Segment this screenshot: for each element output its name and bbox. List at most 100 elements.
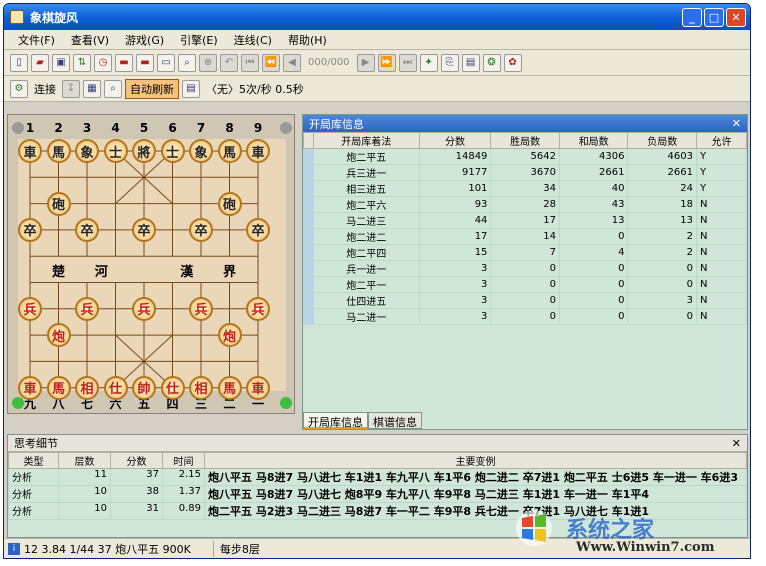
chess-piece[interactable]: 仕 xyxy=(160,375,185,400)
flip-board-icon[interactable]: ⇅ xyxy=(73,53,91,72)
clock-icon[interactable]: ◷ xyxy=(94,53,112,72)
column-header[interactable]: 类型 xyxy=(8,452,59,469)
save-icon[interactable]: ▣ xyxy=(52,53,70,72)
forward-icon[interactable]: ▶ xyxy=(356,53,375,72)
chess-piece[interactable]: 砲 xyxy=(46,191,71,216)
undo-icon[interactable]: ↶ xyxy=(220,53,238,72)
stop-icon[interactable]: ⊗ xyxy=(199,53,217,72)
column-header[interactable]: 负局数 xyxy=(627,132,697,149)
chess-piece[interactable]: 車 xyxy=(18,375,42,400)
chess-piece[interactable]: 馬 xyxy=(217,139,242,163)
chess-piece[interactable]: 士 xyxy=(160,139,185,163)
column-header[interactable]: 开局库着法 xyxy=(313,132,420,149)
column-header[interactable]: 允许 xyxy=(695,132,748,149)
column-header[interactable]: 分数 xyxy=(110,452,163,469)
column-header[interactable]: 时间 xyxy=(162,452,205,469)
row-selector[interactable] xyxy=(303,260,314,277)
tab-opening-book[interactable]: 开局库信息 xyxy=(303,412,368,429)
new-file-icon[interactable]: ▯ xyxy=(10,53,28,72)
monitor-icon[interactable]: ▭ xyxy=(157,53,175,72)
paste-icon[interactable]: ▤ xyxy=(461,53,480,72)
auto-refresh-button[interactable]: 自动刷新 xyxy=(125,78,179,99)
chess-piece[interactable]: 兵 xyxy=(246,296,270,321)
tab-game-record[interactable]: 棋谱信息 xyxy=(368,412,422,429)
row-selector[interactable] xyxy=(303,228,314,245)
last-move-icon[interactable]: ⏭ xyxy=(398,53,417,72)
chess-piece[interactable]: 兵 xyxy=(132,296,156,321)
chess-piece[interactable]: 車 xyxy=(246,375,270,400)
row-selector[interactable] xyxy=(303,164,314,181)
first-move-icon[interactable]: ⏮ xyxy=(241,53,259,72)
chess-piece[interactable]: 兵 xyxy=(18,296,42,321)
table-row[interactable]: 兵一进一 3 0 0 0 N xyxy=(303,260,748,277)
table-row[interactable]: 炮二平一 3 0 0 0 N xyxy=(303,276,748,293)
chess-piece[interactable]: 馬 xyxy=(217,375,242,400)
chess-piece[interactable]: 馬 xyxy=(46,139,71,163)
menu-connect[interactable]: 连线(C) xyxy=(226,32,280,48)
chess-piece[interactable]: 馬 xyxy=(46,375,71,400)
column-header[interactable]: 层数 xyxy=(58,452,111,469)
table-row[interactable]: 相三进五 101 34 40 24 Y xyxy=(303,180,748,197)
chess-piece[interactable]: 士 xyxy=(103,139,128,163)
copy-icon[interactable]: ⎘ xyxy=(440,53,459,72)
table-row[interactable]: 炮二平五 14849 5642 4306 4603 Y xyxy=(303,148,748,165)
column-header[interactable]: 胜局数 xyxy=(490,132,560,149)
chess-piece[interactable]: 兵 xyxy=(75,296,99,321)
chess-piece[interactable]: 卒 xyxy=(132,217,156,242)
row-selector[interactable] xyxy=(303,148,314,165)
search-icon[interactable]: ⌕ xyxy=(178,53,196,72)
chess-piece[interactable]: 炮 xyxy=(46,323,71,348)
chess-piece[interactable]: 卒 xyxy=(189,217,213,242)
row-selector[interactable] xyxy=(303,308,314,325)
open-folder-icon[interactable]: ▰ xyxy=(31,53,49,72)
chess-piece[interactable]: 仕 xyxy=(103,375,128,400)
minimize-button[interactable]: _ xyxy=(682,7,702,27)
table-row[interactable]: 马二进三 44 17 13 13 N xyxy=(303,212,748,229)
row-selector[interactable] xyxy=(303,212,314,229)
chess-piece[interactable]: 象 xyxy=(189,139,213,163)
menu-engine[interactable]: 引擎(E) xyxy=(172,32,226,48)
chess-piece[interactable]: 卒 xyxy=(75,217,99,242)
document-icon[interactable]: ▤ xyxy=(182,79,200,98)
pin-icon[interactable]: ↧ xyxy=(62,79,80,98)
chess-piece[interactable]: 砲 xyxy=(217,191,242,216)
chess-piece[interactable]: 相 xyxy=(189,375,213,400)
menu-help[interactable]: 帮助(H) xyxy=(280,32,335,48)
red-engine-icon[interactable]: ▬ xyxy=(115,53,133,72)
row-selector[interactable] xyxy=(303,292,314,309)
menu-game[interactable]: 游戏(G) xyxy=(117,32,172,48)
close-icon[interactable]: ✕ xyxy=(732,117,747,130)
chess-piece[interactable]: 帥 xyxy=(132,375,156,400)
row-selector[interactable] xyxy=(303,196,314,213)
zoom-icon[interactable]: ⌕ xyxy=(104,79,122,98)
table-row[interactable]: 分析 11 37 2.15 炮八平五 马8进7 马八进七 车1进1 车九平八 车1平6 … xyxy=(8,468,747,486)
menu-file[interactable]: 文件(F) xyxy=(10,32,63,48)
column-header[interactable]: 主要变例 xyxy=(204,452,747,469)
back-icon[interactable]: ◀ xyxy=(283,53,301,72)
row-selector[interactable] xyxy=(303,244,314,261)
chess-board[interactable]: 楚河漢界123456789九八七六五四三二一車馬象士將士象馬車砲砲卒卒卒卒卒兵兵… xyxy=(7,114,295,414)
close-button[interactable]: ✕ xyxy=(726,7,746,27)
table-row[interactable]: 炮二平四 15 7 4 2 N xyxy=(303,244,748,261)
chess-piece[interactable]: 炮 xyxy=(217,323,242,348)
back-fast-icon[interactable]: ⏪ xyxy=(262,53,280,72)
screen-icon[interactable]: ▦ xyxy=(83,79,101,98)
chess-piece[interactable]: 象 xyxy=(75,139,99,163)
column-header[interactable]: 和局数 xyxy=(558,132,629,149)
black-engine-icon[interactable]: ▬ xyxy=(136,53,154,72)
chess-piece[interactable]: 車 xyxy=(246,139,270,163)
column-header[interactable]: 分数 xyxy=(418,132,492,149)
maximize-button[interactable]: □ xyxy=(704,7,724,27)
chess-piece[interactable]: 將 xyxy=(132,139,156,163)
settings-icon[interactable]: ❂ xyxy=(482,53,501,72)
table-row[interactable]: 仕四进五 3 0 0 3 N xyxy=(303,292,748,309)
forward-fast-icon[interactable]: ⏩ xyxy=(377,53,396,72)
connect-menu[interactable]: 连接 xyxy=(31,81,59,97)
pieces-icon[interactable]: ✦ xyxy=(419,53,438,72)
table-row[interactable]: 兵三进一 9177 3670 2661 2661 Y xyxy=(303,164,748,181)
table-row[interactable]: 马二进一 3 0 0 0 N xyxy=(303,308,748,325)
menu-view[interactable]: 查看(V) xyxy=(63,32,117,48)
chess-piece[interactable]: 車 xyxy=(18,139,42,163)
row-selector[interactable] xyxy=(303,180,314,197)
chess-piece[interactable]: 相 xyxy=(75,375,99,400)
